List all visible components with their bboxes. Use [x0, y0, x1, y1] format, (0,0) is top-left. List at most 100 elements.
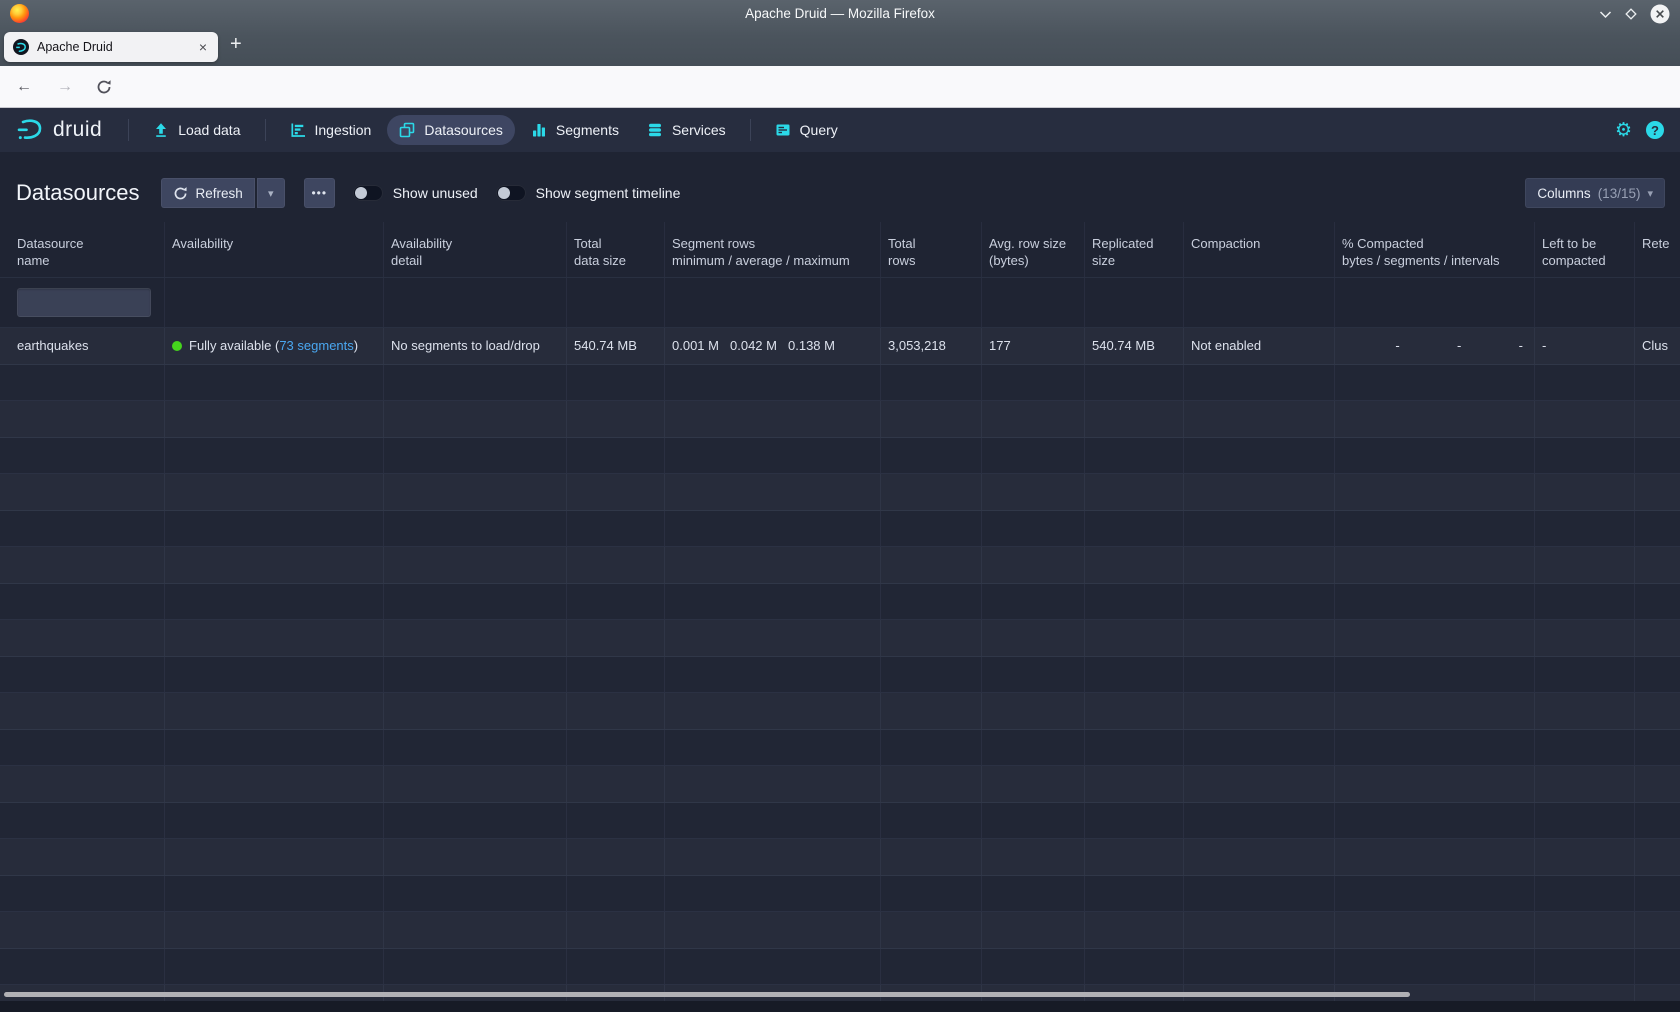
table-header-row: Datasourcename Availability Availability…: [0, 222, 1680, 278]
cell-retention: Clus: [1635, 328, 1680, 364]
nav-item-segments[interactable]: Segments: [519, 115, 631, 145]
back-icon[interactable]: ←: [14, 78, 34, 96]
forward-icon[interactable]: →: [55, 78, 75, 96]
nav-divider: [128, 119, 129, 141]
col-header-pct-compacted[interactable]: % Compactedbytes / segments / intervals: [1335, 222, 1535, 277]
close-window-icon[interactable]: [1650, 4, 1670, 24]
table-row-empty: [0, 949, 1680, 986]
table-row-empty: [0, 730, 1680, 767]
minimize-icon[interactable]: [1599, 10, 1612, 19]
table-row-empty: [0, 876, 1680, 913]
nav-item-label: Datasources: [424, 122, 503, 138]
datasources-icon: [399, 122, 415, 138]
services-icon: [647, 122, 663, 138]
cell-compaction: Not enabled: [1184, 328, 1335, 364]
ingestion-icon: [290, 122, 306, 138]
col-header-availability-detail[interactable]: Availabilitydetail: [384, 222, 567, 277]
nav-item-label: Load data: [178, 122, 240, 138]
help-icon[interactable]: ?: [1646, 121, 1664, 139]
druid-logo-icon: [16, 117, 46, 143]
page-header: Datasources Refresh ▾ ••• Show unused Sh…: [0, 152, 1680, 222]
window-title: Apache Druid — Mozilla Firefox: [200, 6, 1480, 21]
table-row-empty: [0, 584, 1680, 621]
cell-availability-detail: No segments to load/drop: [384, 328, 567, 364]
maximize-icon[interactable]: [1624, 7, 1638, 21]
table-row-empty: [0, 474, 1680, 511]
window-controls: [1599, 3, 1670, 25]
firefox-logo-icon: [10, 4, 29, 23]
druid-favicon-icon: [13, 39, 29, 55]
cell-pct-compacted: - - -: [1335, 328, 1535, 364]
druid-brand-text: druid: [53, 118, 102, 142]
cell-availability: Fully available (73 segments): [165, 328, 384, 364]
nav-divider: [750, 119, 751, 141]
page-title: Datasources: [16, 180, 140, 206]
query-icon: [775, 122, 791, 138]
show-unused-toggle[interactable]: [353, 185, 383, 201]
cell-segment-rows: 0.001 M 0.042 M 0.138 M: [665, 328, 881, 364]
cell-replicated-size: 540.74 MB: [1085, 328, 1184, 364]
browser-toolbar: ← → 172.18.0.4:30109/unified-console.htm…: [0, 66, 1680, 108]
browser-tab[interactable]: Apache Druid ×: [4, 32, 218, 62]
reload-icon[interactable]: [96, 79, 112, 95]
table-row-empty: [0, 657, 1680, 694]
show-unused-label: Show unused: [393, 185, 478, 201]
columns-button[interactable]: Columns (13/15) ▾: [1525, 178, 1665, 208]
more-actions-button[interactable]: •••: [304, 178, 335, 208]
columns-label: Columns: [1537, 186, 1590, 201]
screen: Apache Druid — Mozilla Firefox Apache Dr…: [0, 0, 1680, 1012]
datasources-table: Datasourcename Availability Availability…: [0, 222, 1680, 1001]
cell-total-rows: 3,053,218: [881, 328, 982, 364]
horizontal-scrollbar[interactable]: [4, 992, 1410, 997]
druid-logo[interactable]: druid: [16, 117, 102, 143]
nav-item-label: Segments: [556, 122, 619, 138]
bottom-strip: [0, 1001, 1680, 1012]
cell-avg-row-size: 177: [982, 328, 1085, 364]
nav-item-ingestion[interactable]: Ingestion: [278, 115, 384, 145]
nav-item-label: Query: [800, 122, 838, 138]
col-header-segment-rows[interactable]: Segment rowsminimum / average / maximum: [665, 222, 881, 277]
col-header-replicated-size[interactable]: Replicatedsize: [1085, 222, 1184, 277]
col-header-retention[interactable]: Rete: [1635, 222, 1680, 277]
settings-gear-icon[interactable]: ⚙: [1615, 121, 1632, 140]
segments-count-link[interactable]: 73 segments: [279, 338, 353, 353]
nav-item-label: Ingestion: [315, 122, 372, 138]
col-header-compaction[interactable]: Compaction: [1184, 222, 1335, 277]
table-filter-row: [0, 278, 1680, 328]
show-segment-timeline-toggle[interactable]: [496, 185, 526, 201]
refresh-icon: [173, 186, 188, 201]
col-header-total-rows[interactable]: Totalrows: [881, 222, 982, 277]
col-header-left-to-be-compacted[interactable]: Left to becompacted: [1535, 222, 1635, 277]
new-tab-button[interactable]: +: [230, 33, 242, 56]
table-row-empty: [0, 912, 1680, 949]
table-row-empty: [0, 438, 1680, 475]
refresh-dropdown-button[interactable]: ▾: [257, 178, 285, 208]
nav-item-label: Services: [672, 122, 726, 138]
table-row-empty: [0, 620, 1680, 657]
col-header-avg-row-size[interactable]: Avg. row size(bytes): [982, 222, 1085, 277]
col-header-availability[interactable]: Availability: [165, 222, 384, 277]
table-row-empty: [0, 803, 1680, 840]
refresh-label: Refresh: [196, 186, 243, 201]
refresh-button[interactable]: Refresh: [161, 178, 255, 208]
columns-count: (13/15): [1598, 186, 1641, 201]
nav-item-load-data[interactable]: Load data: [141, 115, 252, 145]
druid-navbar: druid Load data Ingestion Datasources Se…: [0, 108, 1680, 152]
nav-item-services[interactable]: Services: [635, 115, 738, 145]
datasource-filter-input[interactable]: [17, 288, 151, 317]
browser-chrome: Apache Druid — Mozilla Firefox Apache Dr…: [0, 0, 1680, 66]
chevron-down-icon: ▾: [1647, 187, 1653, 200]
cell-datasource-name[interactable]: earthquakes: [0, 328, 165, 364]
table-row-empty: [0, 693, 1680, 730]
table-row-earthquakes[interactable]: earthquakes Fully available (73 segments…: [0, 328, 1680, 365]
nav-item-query[interactable]: Query: [763, 115, 850, 145]
nav-item-datasources[interactable]: Datasources: [387, 115, 515, 145]
toggle-knob: [498, 187, 510, 199]
druid-console: druid Load data Ingestion Datasources Se…: [0, 108, 1680, 1012]
toggle-knob: [355, 187, 367, 199]
col-header-total-data-size[interactable]: Totaldata size: [567, 222, 665, 277]
table-row-empty: [0, 839, 1680, 876]
table-row-empty: [0, 547, 1680, 584]
col-header-datasource-name[interactable]: Datasourcename: [0, 222, 165, 277]
tab-close-icon[interactable]: ×: [197, 39, 209, 55]
